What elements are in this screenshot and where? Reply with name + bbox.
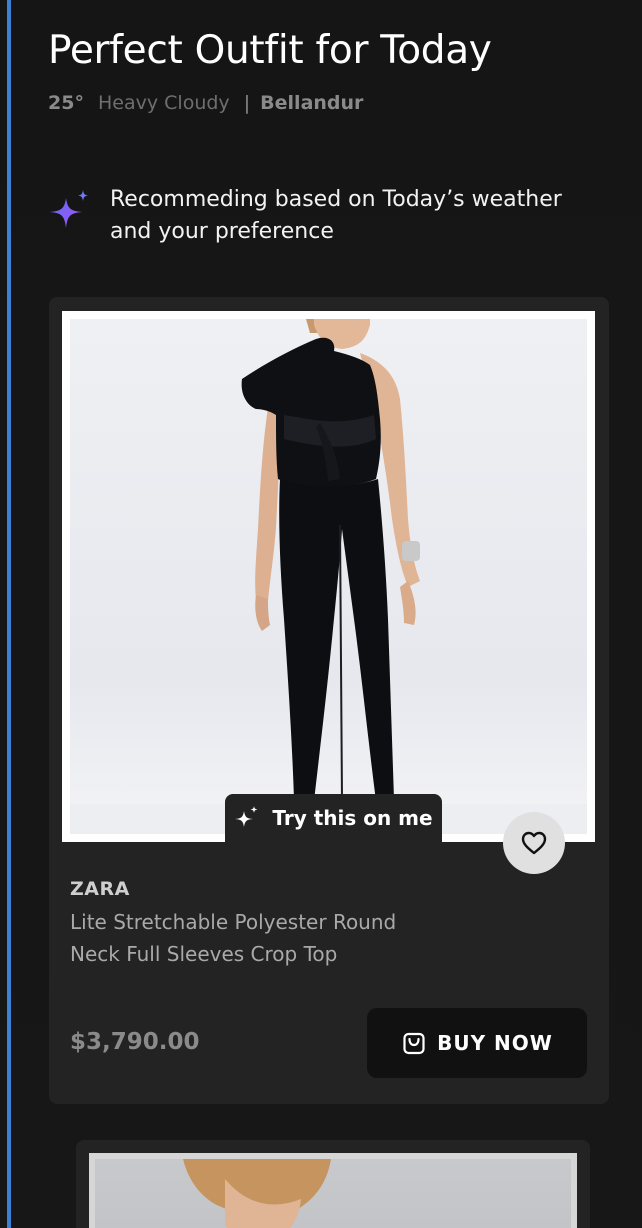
product-brand: ZARA xyxy=(70,878,130,900)
heart-icon xyxy=(521,831,547,855)
location[interactable]: Bellandur xyxy=(260,92,363,114)
sparkle-icon xyxy=(235,806,258,827)
product-image-frame xyxy=(62,311,595,842)
try-on-label: Try this on me xyxy=(272,806,433,830)
shopping-bag-icon xyxy=(403,1032,425,1055)
temperature: 25° xyxy=(48,92,84,114)
product-image[interactable] xyxy=(70,319,587,834)
model-figure xyxy=(183,1159,331,1228)
scroll-edge-indicator xyxy=(7,0,11,1228)
weather-condition: Heavy Cloudy xyxy=(98,92,230,114)
product-card[interactable]: Try this on me ZARA Lite Stretchable Pol… xyxy=(49,297,609,1104)
outfit-screen: Perfect Outfit for Today 25° Heavy Cloud… xyxy=(0,0,642,1228)
buy-now-label: BUY NOW xyxy=(437,1031,553,1055)
product-image-frame xyxy=(89,1153,577,1228)
sparkle-icon xyxy=(50,190,88,228)
product-price: $3,790.00 xyxy=(70,1029,200,1055)
recommendation-text: Recommeding based on Today’s weather and… xyxy=(110,187,562,244)
model-figure xyxy=(241,319,420,802)
page-title: Perfect Outfit for Today xyxy=(48,28,492,73)
weather-separator: | xyxy=(243,92,251,114)
product-card-next[interactable] xyxy=(76,1140,590,1228)
weather-summary: 25° Heavy Cloudy | Bellandur xyxy=(48,92,363,114)
buy-now-button[interactable]: BUY NOW xyxy=(367,1008,587,1078)
product-image[interactable] xyxy=(95,1159,571,1228)
try-on-button[interactable]: Try this on me xyxy=(225,794,442,842)
product-description: Lite Stretchable Polyester Round Neck Fu… xyxy=(70,910,397,966)
recommendation-banner: Recommeding based on Today’s weather and… xyxy=(48,184,610,248)
favorite-button[interactable] xyxy=(503,812,565,874)
